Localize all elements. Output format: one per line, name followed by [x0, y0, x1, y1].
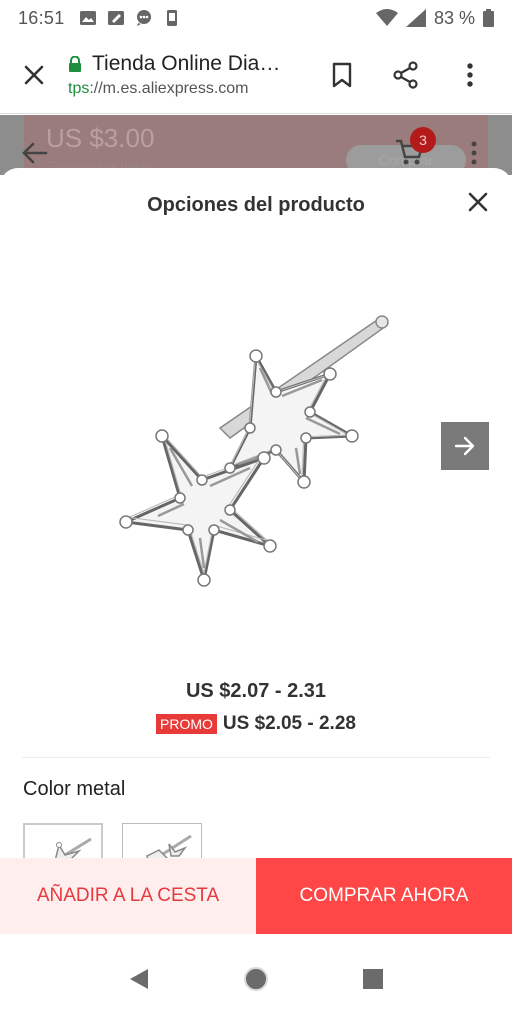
arrow-right-icon [454, 436, 475, 456]
signal-icon [405, 9, 426, 27]
promo-price: US $2.05 - 2.28 [222, 713, 356, 734]
color-swatch-2[interactable] [122, 823, 202, 863]
url-host: ://m.es.aliexpress.com [89, 79, 249, 97]
status-time: 16:51 [18, 7, 65, 28]
more-vert-icon [471, 141, 477, 165]
background-price: US $3.00 [46, 123, 155, 153]
back-arrow-icon [22, 142, 48, 164]
close-icon [24, 65, 44, 84]
product-options-sheet: Opciones del producto US $2.07 - 2.31 PR… [0, 168, 512, 863]
promo-badge: PROMO [156, 714, 217, 734]
nav-back-button[interactable] [109, 949, 169, 1009]
close-tab-button[interactable] [0, 36, 68, 114]
next-image-button[interactable] [441, 422, 489, 470]
product-image[interactable] [100, 308, 400, 598]
divider [22, 757, 490, 758]
square-recents-icon [363, 969, 384, 989]
color-swatch-1[interactable] [23, 823, 103, 863]
browser-toolbar: Tienda Online Dia… tps://m.es.aliexpress… [0, 36, 512, 114]
bookmark-icon [332, 62, 352, 87]
triangle-back-icon [129, 969, 148, 989]
price-range: US $2.07 - 2.31 [185, 680, 327, 702]
url-area[interactable]: Tienda Online Dia… tps://m.es.aliexpress… [68, 52, 310, 98]
wifi-icon [375, 9, 398, 26]
battery-percent: 83 % [433, 7, 475, 28]
color-option-label: Color metal [23, 778, 126, 800]
cart-count-badge: 3 [410, 127, 436, 153]
close-sheet-button[interactable] [462, 186, 494, 218]
lock-icon [69, 55, 81, 72]
battery-icon [483, 9, 494, 27]
close-icon [468, 192, 488, 212]
nav-recents-button[interactable] [343, 949, 403, 1009]
status-right: 83 % [375, 7, 494, 29]
more-vert-icon [467, 62, 473, 87]
page-url: tps://m.es.aliexpress.com [68, 80, 310, 98]
sheet-title: Opciones del producto [147, 194, 365, 216]
nav-home-button[interactable] [226, 949, 286, 1009]
phone-notification-icon [166, 10, 177, 26]
purchase-actions: AÑADIR A LA CESTA COMPRAR AHORA [0, 858, 512, 934]
circle-home-icon [243, 967, 268, 991]
url-scheme: tps [68, 79, 90, 97]
bookmark-button[interactable] [310, 45, 374, 105]
edit-notification-icon [107, 11, 124, 25]
buy-now-button[interactable]: COMPRAR AHORA [256, 858, 512, 934]
share-button[interactable] [374, 45, 438, 105]
promo-row: PROMO US $2.05 - 2.28 [0, 713, 512, 735]
add-to-cart-button[interactable]: AÑADIR A LA CESTA [0, 858, 256, 934]
more-options-button[interactable] [438, 45, 502, 105]
image-notification-icon [79, 11, 96, 25]
browser-actions [310, 45, 512, 105]
chat-notification-icon [136, 10, 151, 26]
system-nav-bar [0, 934, 512, 1024]
share-icon [393, 60, 418, 89]
notification-icons [79, 9, 181, 27]
background-page-overlay: US $3.00 Envío gratis hasta Comprar 3 [0, 115, 512, 175]
status-bar: 16:51 83 % [0, 0, 512, 36]
page-title: Tienda Online Dia… [92, 51, 281, 75]
